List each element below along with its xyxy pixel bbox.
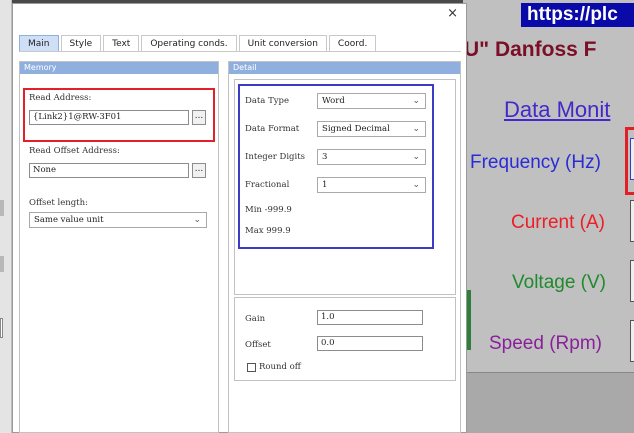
offset-label: Offset xyxy=(245,340,271,350)
hmi-label-frequency: Frequency (Hz) xyxy=(470,152,601,173)
memory-panel: Memory Read Address: {Link2}1@RW-3F01 ..… xyxy=(19,61,219,433)
fractional-select[interactable]: 1 ⌄ xyxy=(317,177,426,193)
detail-panel-title: Detail xyxy=(229,62,460,74)
hmi-label-voltage: Voltage (V) xyxy=(512,272,606,293)
tab-style[interactable]: Style xyxy=(60,35,102,52)
data-type-select[interactable]: Word ⌄ xyxy=(317,93,426,109)
dialog-tabs: Main Style Text Operating conds. Unit co… xyxy=(19,35,378,52)
hmi-current-display[interactable] xyxy=(630,200,634,242)
data-format-select[interactable]: Signed Decimal ⌄ xyxy=(317,121,426,137)
round-off-checkbox[interactable] xyxy=(247,363,256,372)
chevron-down-icon: ⌄ xyxy=(412,180,420,190)
tab-unit-conversion[interactable]: Unit conversion xyxy=(238,35,327,52)
tab-operating-conds[interactable]: Operating conds. xyxy=(141,35,237,52)
close-icon[interactable]: × xyxy=(447,6,458,21)
integer-digits-value: 3 xyxy=(322,152,328,162)
read-address-label: Read Address: xyxy=(29,93,92,103)
hmi-label-speed: Speed (Rpm) xyxy=(489,333,602,354)
data-format-label: Data Format xyxy=(245,124,300,134)
gain-label: Gain xyxy=(245,314,266,324)
round-off-label: Round off xyxy=(259,362,301,372)
hmi-subtitle-link[interactable]: Data Monit xyxy=(504,97,610,123)
read-address-browse-button[interactable]: ... xyxy=(192,110,206,125)
data-type-label: Data Type xyxy=(245,96,290,106)
hmi-bottom-bar xyxy=(463,372,634,433)
chevron-down-icon: ⌄ xyxy=(412,96,420,106)
background-strip-field xyxy=(0,318,3,338)
offset-length-value: Same value unit xyxy=(34,215,104,225)
offset-length-label: Offset length: xyxy=(29,198,88,208)
tab-text[interactable]: Text xyxy=(103,35,140,52)
hmi-url-banner: https://plc xyxy=(521,3,634,27)
background-strip-tick xyxy=(0,200,4,216)
detail-panel: Detail Data Type Word ⌄ Data Format Sign… xyxy=(228,61,461,433)
tab-divider xyxy=(19,51,461,52)
fractional-value: 1 xyxy=(322,180,328,190)
offset-length-select[interactable]: Same value unit ⌄ xyxy=(29,212,207,228)
chevron-down-icon: ⌄ xyxy=(412,124,420,134)
offset-field[interactable]: 0.0 xyxy=(317,336,423,351)
chevron-down-icon: ⌄ xyxy=(193,215,201,225)
hmi-screen-preview: https://plc U" Danfoss F Data Monit Freq… xyxy=(463,0,634,433)
fractional-label: Fractional xyxy=(245,180,290,190)
read-offset-browse-button[interactable]: ... xyxy=(192,163,206,178)
read-offset-field[interactable]: None xyxy=(29,163,189,178)
gain-field[interactable]: 1.0 xyxy=(317,310,423,325)
background-app-strip xyxy=(0,0,12,433)
hmi-title: U" Danfoss F xyxy=(464,38,597,61)
read-address-field[interactable]: {Link2}1@RW-3F01 xyxy=(29,110,189,125)
chevron-down-icon: ⌄ xyxy=(412,152,420,162)
min-value-text: Min -999.9 xyxy=(245,205,292,215)
integer-digits-select[interactable]: 3 ⌄ xyxy=(317,149,426,165)
hmi-frequency-display[interactable] xyxy=(630,138,634,180)
data-format-value: Signed Decimal xyxy=(322,124,390,134)
background-strip-tick xyxy=(0,256,4,272)
hmi-label-current: Current (A) xyxy=(511,212,605,233)
hmi-speed-display[interactable] xyxy=(630,320,634,362)
numeric-display-settings-dialog: × Main Style Text Operating conds. Unit … xyxy=(12,3,467,433)
memory-panel-title: Memory xyxy=(20,62,218,74)
integer-digits-label: Integer Digits xyxy=(245,152,305,162)
tab-coord[interactable]: Coord. xyxy=(328,35,377,52)
data-type-value: Word xyxy=(322,96,345,106)
tab-main[interactable]: Main xyxy=(19,35,59,52)
max-value-text: Max 999.9 xyxy=(245,226,291,236)
hmi-voltage-display[interactable] xyxy=(630,260,634,302)
read-offset-label: Read Offset Address: xyxy=(29,146,120,156)
